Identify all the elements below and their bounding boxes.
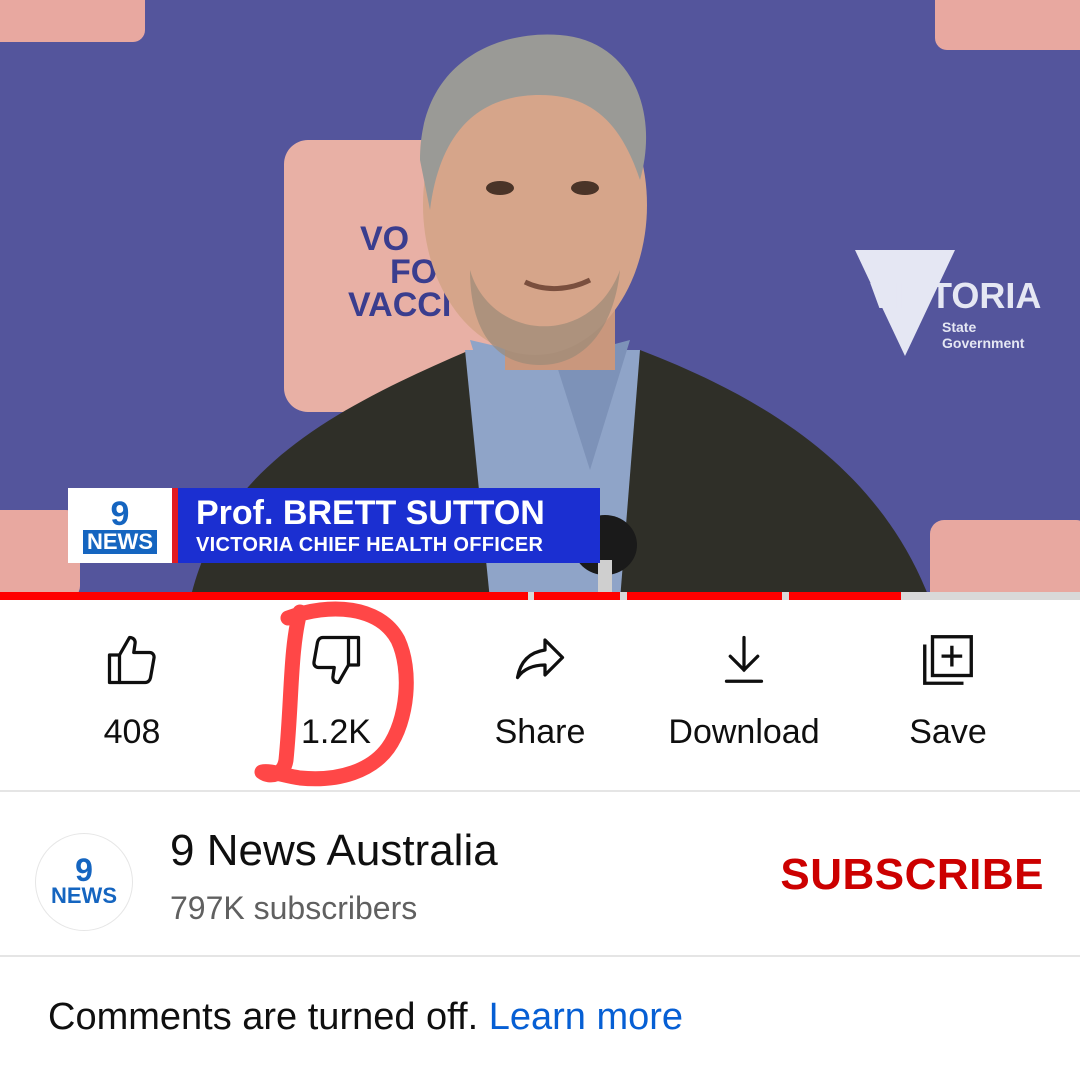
logo-news: NEWS [83, 529, 157, 554]
nine-news-logo: 9 NEWS [68, 488, 172, 563]
backdrop-tile [0, 0, 145, 42]
like-count: 408 [103, 713, 161, 751]
svg-text:State: State [942, 319, 976, 335]
download-label: Download [668, 713, 820, 751]
action-bar: 408 1.2K Share Download Save [0, 600, 1080, 790]
save-label: Save [909, 713, 987, 751]
thumbs-down-icon [304, 628, 368, 692]
speaker-name: Prof. BRETT SUTTON [196, 493, 545, 532]
logo-nine: 9 [110, 494, 130, 533]
backdrop-tile [935, 0, 1080, 50]
chapter-segment [534, 592, 620, 600]
share-button[interactable]: Share [440, 600, 640, 790]
comments-off-text: Comments are turned off. [48, 996, 479, 1038]
avatar-news: NEWS [51, 883, 117, 908]
comments-status: Comments are turned off. Learn more [48, 996, 683, 1039]
svg-text:VACCI: VACCI [348, 286, 451, 324]
speaker-title: VICTORIA CHIEF HEALTH OFFICER [196, 533, 544, 556]
subscribe-button[interactable]: SUBSCRIBE [780, 850, 1044, 900]
lower-third-bar: Prof. BRETT SUTTON VICTORIA CHIEF HEALTH… [172, 488, 600, 563]
thumbs-up-icon [100, 628, 164, 692]
learn-more-link[interactable]: Learn more [489, 996, 683, 1038]
divider [0, 955, 1080, 957]
chapter-segment [0, 592, 528, 600]
add-to-playlist-icon [916, 628, 980, 692]
dislike-button[interactable]: 1.2K [236, 600, 436, 790]
channel-name[interactable]: 9 News Australia [170, 826, 498, 876]
lower-third: 9 NEWS Prof. BRETT SUTTON VICTORIA CHIEF… [68, 488, 600, 563]
svg-text:Government: Government [942, 335, 1025, 351]
channel-avatar[interactable]: 9 NEWS [36, 834, 132, 930]
dislike-count: 1.2K [301, 713, 371, 751]
svg-text:VICTORIA: VICTORIA [870, 275, 1041, 316]
chapter-segment [789, 592, 901, 600]
chapter-segment [627, 592, 782, 600]
download-icon [712, 628, 776, 692]
backdrop-tile [930, 520, 1080, 600]
avatar-nine: 9 [75, 852, 93, 888]
channel-row[interactable]: 9 NEWS 9 News Australia 797K subscribers… [0, 792, 1080, 955]
download-button[interactable]: Download [644, 600, 844, 790]
video-progress-bar[interactable] [0, 592, 1080, 600]
save-button[interactable]: Save [848, 600, 1048, 790]
subscriber-count: 797K subscribers [170, 890, 418, 926]
like-button[interactable]: 408 [32, 600, 232, 790]
video-player[interactable]: VO FO VACCI VICTORIA State Government 9 … [0, 0, 1080, 600]
share-arrow-icon [508, 628, 572, 692]
share-label: Share [494, 713, 586, 751]
